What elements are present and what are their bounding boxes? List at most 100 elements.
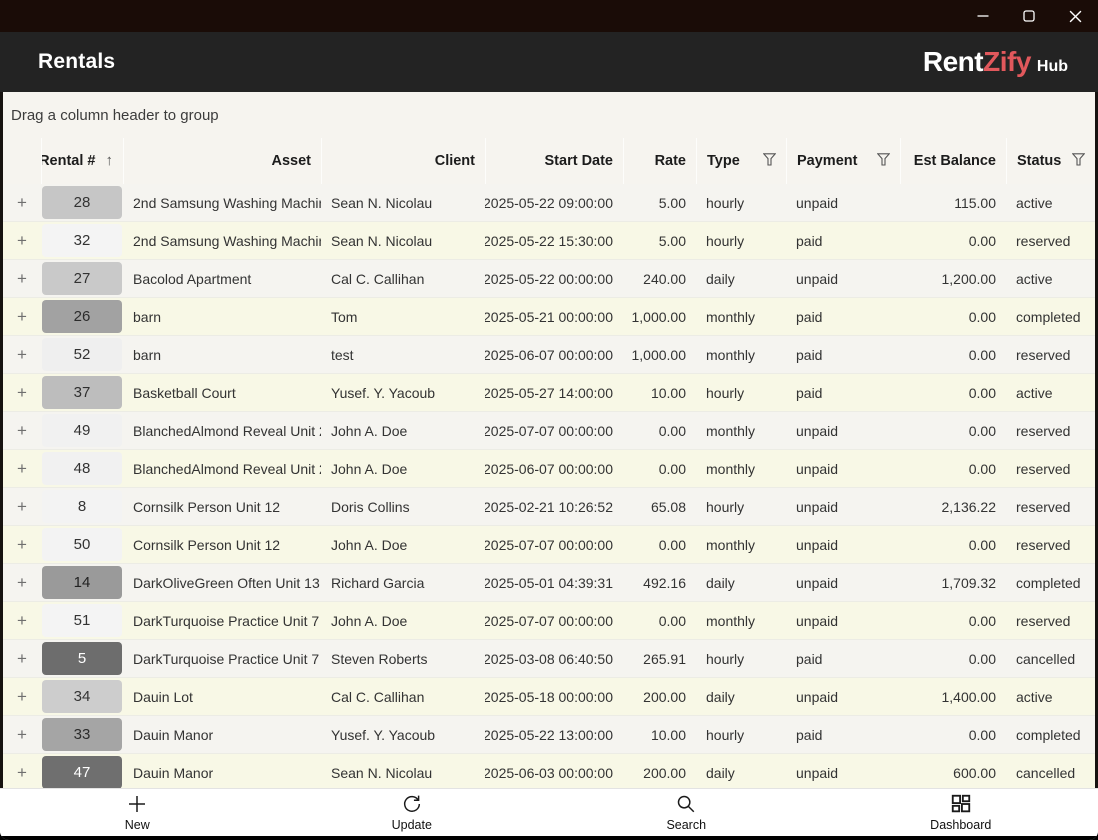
row-expand-button[interactable]: + xyxy=(3,222,41,259)
table-row[interactable]: + 26 barn Tom 2025-05-21 00:00:00 1,000.… xyxy=(3,298,1095,336)
payment-cell: unpaid xyxy=(786,526,900,563)
row-expand-button[interactable]: + xyxy=(3,678,41,715)
search-button[interactable]: Search xyxy=(549,789,824,836)
rental-number-badge: 52 xyxy=(42,338,122,371)
type-cell: daily xyxy=(696,678,786,715)
column-header-rate[interactable]: Rate xyxy=(623,138,696,184)
column-header-type[interactable]: Type xyxy=(696,138,786,184)
payment-cell: unpaid xyxy=(786,564,900,601)
rental-number-badge: 28 xyxy=(42,186,122,219)
rental-number-cell: 51 xyxy=(41,602,123,639)
start-date-cell: 2025-06-07 00:00:00 xyxy=(485,336,623,373)
sort-ascending-icon: ↑ xyxy=(106,152,114,169)
rental-number-badge: 27 xyxy=(42,262,122,295)
filter-icon[interactable] xyxy=(763,153,776,170)
close-button[interactable] xyxy=(1052,0,1098,32)
column-header-rental-number[interactable]: Rental # ↑ xyxy=(41,138,123,184)
table-row[interactable]: + 33 Dauin Manor Yusef. Y. Yacoub 2025-0… xyxy=(3,716,1095,754)
est-balance-cell: 1,709.32 xyxy=(900,564,1006,601)
rate-cell: 1,000.00 xyxy=(623,336,696,373)
status-cell: cancelled xyxy=(1006,754,1095,788)
column-header-start-date[interactable]: Start Date xyxy=(485,138,623,184)
row-expand-button[interactable]: + xyxy=(3,336,41,373)
table-row[interactable]: + 28 2nd Samsung Washing Machine Sean N.… xyxy=(3,184,1095,222)
minimize-button[interactable] xyxy=(960,0,1006,32)
filter-icon[interactable] xyxy=(1072,153,1085,170)
row-expand-button[interactable]: + xyxy=(3,184,41,221)
table-row[interactable]: + 37 Basketball Court Yusef. Y. Yacoub 2… xyxy=(3,374,1095,412)
type-cell: daily xyxy=(696,754,786,788)
maximize-button[interactable] xyxy=(1006,0,1052,32)
group-by-panel[interactable]: Drag a column header to group xyxy=(3,92,1095,138)
table-row[interactable]: + 5 DarkTurquoise Practice Unit 7 Steven… xyxy=(3,640,1095,678)
dashboard-button[interactable]: Dashboard xyxy=(824,789,1098,836)
table-row[interactable]: + 32 2nd Samsung Washing Machine Sean N.… xyxy=(3,222,1095,260)
row-expand-button[interactable]: + xyxy=(3,450,41,487)
status-cell: reserved xyxy=(1006,526,1095,563)
client-cell: John A. Doe xyxy=(321,450,485,487)
est-balance-cell: 115.00 xyxy=(900,184,1006,221)
table-row[interactable]: + 48 BlanchedAlmond Reveal Unit 20 John … xyxy=(3,450,1095,488)
est-balance-cell: 1,200.00 xyxy=(900,260,1006,297)
row-expand-button[interactable]: + xyxy=(3,640,41,677)
asset-cell: Dauin Lot xyxy=(123,678,321,715)
row-expand-button[interactable]: + xyxy=(3,412,41,449)
column-header-est-balance[interactable]: Est Balance xyxy=(900,138,1006,184)
row-expand-button[interactable]: + xyxy=(3,754,41,788)
rate-cell: 200.00 xyxy=(623,754,696,788)
est-balance-cell: 0.00 xyxy=(900,716,1006,753)
page-title: Rentals xyxy=(38,50,115,74)
column-header-client[interactable]: Client xyxy=(321,138,485,184)
row-expand-button[interactable]: + xyxy=(3,564,41,601)
row-expand-button[interactable]: + xyxy=(3,488,41,525)
est-balance-cell: 600.00 xyxy=(900,754,1006,788)
client-cell: Yusef. Y. Yacoub xyxy=(321,374,485,411)
logo-part-hub: Hub xyxy=(1037,58,1068,76)
status-cell: active xyxy=(1006,374,1095,411)
asset-cell: Dauin Manor xyxy=(123,754,321,788)
filter-icon[interactable] xyxy=(877,153,890,170)
rate-cell: 5.00 xyxy=(623,222,696,259)
row-expand-button[interactable]: + xyxy=(3,716,41,753)
est-balance-cell: 0.00 xyxy=(900,450,1006,487)
plus-icon xyxy=(126,793,148,815)
asset-cell: barn xyxy=(123,298,321,335)
asset-cell: Dauin Manor xyxy=(123,716,321,753)
table-row[interactable]: + 52 barn test 2025-06-07 00:00:00 1,000… xyxy=(3,336,1095,374)
rental-number-cell: 28 xyxy=(41,184,123,221)
table-row[interactable]: + 50 Cornsilk Person Unit 12 John A. Doe… xyxy=(3,526,1095,564)
table-row[interactable]: + 51 DarkTurquoise Practice Unit 7 John … xyxy=(3,602,1095,640)
payment-cell: unpaid xyxy=(786,184,900,221)
table-row[interactable]: + 14 DarkOliveGreen Often Unit 13 Richar… xyxy=(3,564,1095,602)
status-cell: completed xyxy=(1006,716,1095,753)
row-expand-button[interactable]: + xyxy=(3,298,41,335)
type-cell: hourly xyxy=(696,222,786,259)
rate-cell: 0.00 xyxy=(623,450,696,487)
rental-number-cell: 52 xyxy=(41,336,123,373)
asset-cell: DarkOliveGreen Often Unit 13 xyxy=(123,564,321,601)
client-cell: Steven Roberts xyxy=(321,640,485,677)
new-button[interactable]: New xyxy=(0,789,275,836)
table-row[interactable]: + 27 Bacolod Apartment Cal C. Callihan 2… xyxy=(3,260,1095,298)
row-expand-button[interactable]: + xyxy=(3,374,41,411)
client-cell: John A. Doe xyxy=(321,526,485,563)
rate-cell: 492.16 xyxy=(623,564,696,601)
row-expand-button[interactable]: + xyxy=(3,526,41,563)
table-row[interactable]: + 47 Dauin Manor Sean N. Nicolau 2025-06… xyxy=(3,754,1095,788)
table-row[interactable]: + 49 BlanchedAlmond Reveal Unit 20 John … xyxy=(3,412,1095,450)
client-cell: Sean N. Nicolau xyxy=(321,184,485,221)
column-header-asset[interactable]: Asset xyxy=(123,138,321,184)
asset-cell: BlanchedAlmond Reveal Unit 20 xyxy=(123,412,321,449)
start-date-cell: 2025-07-07 00:00:00 xyxy=(485,526,623,563)
table-row[interactable]: + 8 Cornsilk Person Unit 12 Doris Collin… xyxy=(3,488,1095,526)
type-cell: monthly xyxy=(696,298,786,335)
update-button[interactable]: Update xyxy=(275,789,550,836)
column-header-status[interactable]: Status xyxy=(1006,138,1095,184)
row-expand-button[interactable]: + xyxy=(3,602,41,639)
row-expand-button[interactable]: + xyxy=(3,260,41,297)
est-balance-cell: 0.00 xyxy=(900,412,1006,449)
asset-cell: Bacolod Apartment xyxy=(123,260,321,297)
column-header-payment[interactable]: Payment xyxy=(786,138,900,184)
client-cell: test xyxy=(321,336,485,373)
table-row[interactable]: + 34 Dauin Lot Cal C. Callihan 2025-05-1… xyxy=(3,678,1095,716)
